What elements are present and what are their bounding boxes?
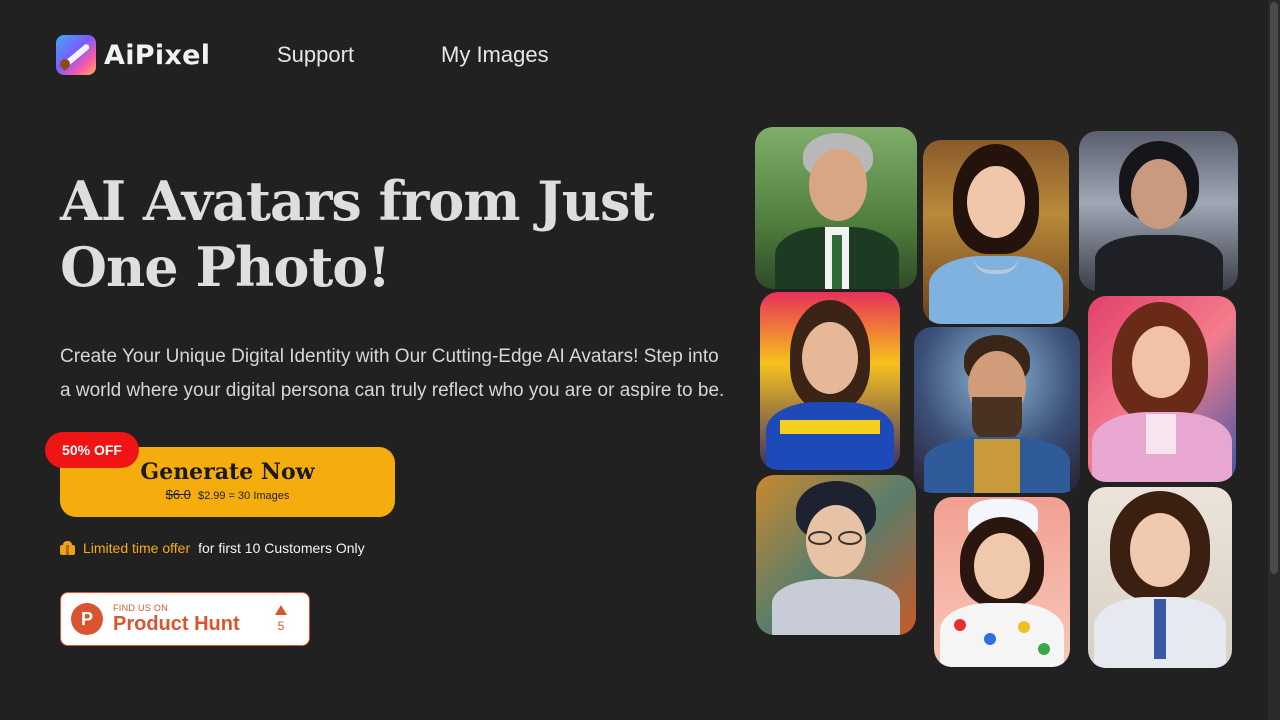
brand-name: AiPixel [104,39,211,71]
nav-support[interactable]: Support [277,42,354,68]
limited-offer: Limited time offer for first 10 Customer… [60,540,365,556]
gift-icon [60,541,75,555]
product-hunt-badge[interactable]: P FIND US ON Product Hunt 5 [60,592,310,646]
price-line: $6.0 $2.99 = 30 Images [60,487,395,502]
avatar-man-suit [755,127,917,289]
avatar-girl-polka-dots [934,497,1070,667]
hero-subtitle: Create Your Unique Digital Identity with… [60,346,725,401]
offer-rest: for first 10 Customers Only [198,540,365,556]
avatar-bearded-wizard [914,327,1080,493]
avatar-girl-uniform [1088,487,1232,668]
nav-my-images[interactable]: My Images [441,42,549,68]
old-price: $6.0 [165,487,191,502]
discount-badge: 50% OFF [45,432,139,468]
avatar-woman-storm [1079,131,1238,291]
hero-title: AI Avatars from Just One Photo! [60,169,654,299]
avatar-princess [923,140,1069,324]
offer-highlight: Limited time offer [83,540,191,556]
avatar-woman-pink-blazer [1088,296,1236,482]
upvote-icon [275,605,287,615]
page: AiPixel Support My Images AI Avatars fro… [0,0,1280,720]
avatar-girl-sports [760,292,900,470]
scrollbar-thumb[interactable] [1270,2,1278,574]
avatar-boy-glasses [756,475,916,635]
product-hunt-name: Product Hunt [113,613,240,635]
vote-count: 5 [277,619,285,633]
product-hunt-icon: P [71,603,103,635]
header: AiPixel [56,34,210,76]
product-hunt-votes: 5 [275,603,287,633]
paintbrush-logo-icon [56,35,96,75]
product-hunt-small: FIND US ON [113,603,169,613]
product-hunt-text: FIND US ON Product Hunt [113,603,240,635]
price-detail: $2.99 = 30 Images [197,490,290,502]
logo[interactable]: AiPixel [56,35,210,75]
scrollbar[interactable] [1268,0,1280,720]
